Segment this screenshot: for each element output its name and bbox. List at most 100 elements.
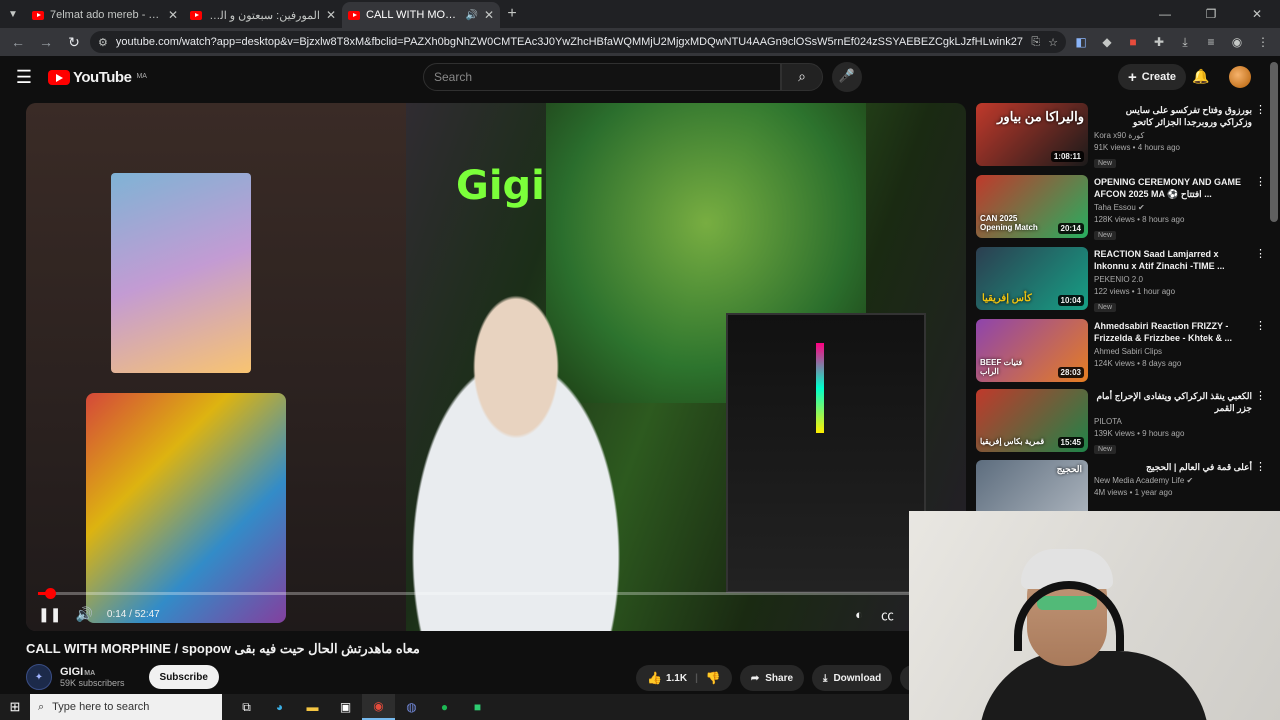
more-options-icon[interactable]: ⋮ xyxy=(1255,103,1266,116)
channel-avatar[interactable]: ✦ xyxy=(26,664,52,690)
browser-tab-1[interactable]: 7elmat ado mereb - YouTube ✕ xyxy=(26,2,184,28)
video-thumbnail[interactable]: كأس إفريقيا 10:04 xyxy=(976,247,1088,310)
captions-icon[interactable]: ㏄ xyxy=(881,605,894,624)
recommendation-title[interactable]: OPENING CEREMONY AND GAME AFCON 2025 MA … xyxy=(1094,176,1266,200)
recommendation-channel[interactable]: PILOTA xyxy=(1094,417,1266,426)
new-tab-button[interactable]: + xyxy=(500,5,524,23)
downloads-icon[interactable]: ⤓ xyxy=(1174,35,1196,50)
profile-icon[interactable]: ◉ xyxy=(1226,35,1248,49)
browser-menu-icon[interactable]: ⋮ xyxy=(1252,35,1274,49)
browser-tab-bar: ▼ 7elmat ado mereb - YouTube ✕ المورفين:… xyxy=(0,0,1280,28)
translate-extension-icon[interactable]: ◧ xyxy=(1070,35,1092,49)
browser-tab-3[interactable]: CALL WITH MORPHINE / sp 🔊 ✕ xyxy=(342,2,500,28)
chrome-icon[interactable]: ◉ xyxy=(362,694,395,720)
reload-icon[interactable]: ↻ xyxy=(62,34,86,51)
minimize-icon[interactable]: — xyxy=(1142,7,1188,21)
video-thumbnail[interactable]: BEEF فتيات الراب 28:03 xyxy=(976,319,1088,382)
url-text[interactable]: youtube.com/watch?app=desktop&v=Bjzxlw8T… xyxy=(116,36,1023,48)
recommendation-card[interactable]: CAN 2025 Opening Match 20:14 OPENING CER… xyxy=(976,175,1266,241)
extension-icon[interactable]: ◆ xyxy=(1096,35,1118,49)
notifications-bell-icon[interactable]: 🔔 xyxy=(1192,68,1209,85)
youtube-logo[interactable]: YouTube MA xyxy=(48,69,147,86)
new-badge: New xyxy=(1094,159,1117,168)
video-frame-rgb-strip xyxy=(816,343,824,433)
recommendation-title[interactable]: بورزوق وفتاح تفركسو على سايس وزكراكي ورو… xyxy=(1094,104,1266,128)
video-thumbnail[interactable]: واليراكا من بياور 1:08:11 xyxy=(976,103,1088,166)
share-button[interactable]: ➦ Share xyxy=(739,665,805,691)
close-tab-icon[interactable]: ✕ xyxy=(168,8,178,22)
recommendation-card[interactable]: كأس إفريقيا 10:04 REACTION Saad Lamjarre… xyxy=(976,247,1266,313)
task-view-icon[interactable]: ⧉ xyxy=(230,694,263,720)
more-options-icon[interactable]: ⋮ xyxy=(1255,389,1266,402)
tab-search-button[interactable]: ▼ xyxy=(0,0,26,28)
download-button[interactable]: ⤓ Download xyxy=(812,665,893,691)
hamburger-menu-icon[interactable]: ☰ xyxy=(0,67,48,88)
restore-icon[interactable]: ❐ xyxy=(1188,7,1234,21)
recommendation-channel[interactable]: PEKENIO 2.0 xyxy=(1094,275,1266,284)
tab-title: 7elmat ado mereb - YouTube xyxy=(50,9,162,21)
subscribe-button[interactable]: Subscribe xyxy=(148,665,219,689)
recommendation-stats: 124K views • 8 days ago xyxy=(1094,359,1182,368)
spotify-icon[interactable]: ● xyxy=(428,694,461,720)
share-label: Share xyxy=(765,672,794,684)
app-icon[interactable]: ■ xyxy=(461,694,494,720)
video-player[interactable]: Gigi ❚❚ 🔊 0:14 / 52:47 ◐ ㏄ ⚙ ▭ xyxy=(26,103,966,631)
forward-icon[interactable]: → xyxy=(34,34,58,50)
recommendation-title[interactable]: REACTION Saad Lamjarred x Inkonnu x Atif… xyxy=(1094,248,1266,272)
channel-name[interactable]: GIGIMA xyxy=(60,666,125,678)
browser-toolbar: ← → ↻ ⚙ youtube.com/watch?app=desktop&v=… xyxy=(0,28,1280,56)
bookmark-star-icon[interactable]: ☆ xyxy=(1048,36,1058,49)
back-icon[interactable]: ← xyxy=(6,34,30,50)
more-options-icon[interactable]: ⋮ xyxy=(1255,175,1266,188)
more-options-icon[interactable]: ⋮ xyxy=(1255,247,1266,260)
recommendation-channel[interactable]: Taha Essou ✔ xyxy=(1094,203,1266,212)
extensions-puzzle-icon[interactable]: ✚ xyxy=(1148,35,1170,49)
windows-start-icon[interactable]: ⊞ xyxy=(0,699,30,715)
like-button[interactable]: 👍 1.1K | 👎 xyxy=(636,665,732,691)
duration-badge: 1:08:11 xyxy=(1050,151,1084,162)
store-icon[interactable]: ▣ xyxy=(329,694,362,720)
search-input[interactable]: Search xyxy=(423,63,781,91)
autoplay-toggle-icon[interactable]: ◐ xyxy=(855,607,863,622)
page-scrollbar[interactable] xyxy=(1270,62,1278,222)
recommendation-title[interactable]: Ahmedsabiri Reaction FRIZZY - Frizzelda … xyxy=(1094,320,1266,344)
recommendation-title[interactable]: الكعبي ينقذ الركراكي ويتفادى الإحراج أما… xyxy=(1094,390,1266,414)
progress-bar[interactable] xyxy=(38,588,954,599)
search-icon[interactable]: ⌕ xyxy=(781,63,823,91)
verified-icon: ✔ xyxy=(1186,476,1194,485)
edge-browser-icon[interactable]: ◕ xyxy=(263,694,296,720)
address-bar[interactable]: ⚙ youtube.com/watch?app=desktop&v=Bjzxlw… xyxy=(90,31,1066,53)
pause-icon[interactable]: ❚❚ xyxy=(38,606,61,623)
recommendation-channel[interactable]: Ahmed Sabiri Clips xyxy=(1094,347,1266,356)
adblock-extension-icon[interactable]: ■ xyxy=(1122,35,1144,49)
file-explorer-icon[interactable]: ▬ xyxy=(296,694,329,720)
discord-icon[interactable]: ◍ xyxy=(395,694,428,720)
recommendation-channel[interactable]: New Media Academy Life ✔ xyxy=(1094,476,1266,485)
taskbar-search-input[interactable]: ⌕ Type here to search xyxy=(30,694,222,720)
close-tab-icon[interactable]: ✕ xyxy=(484,8,494,22)
site-info-icon[interactable]: ⚙ xyxy=(98,36,108,49)
thumbs-down-icon[interactable]: 👎 xyxy=(706,671,721,685)
create-button[interactable]: + Create xyxy=(1118,64,1187,90)
recommendation-card[interactable]: قمرية بكاس إفريقيا 15:45 الكعبي ينقذ الر… xyxy=(976,389,1266,455)
thumbnail-text: CAN 2025 Opening Match xyxy=(980,214,1038,232)
video-thumbnail[interactable]: قمرية بكاس إفريقيا 15:45 xyxy=(976,389,1088,452)
recommendation-card[interactable]: BEEF فتيات الراب 28:03 Ahmedsabiri React… xyxy=(976,319,1266,385)
browser-tab-2[interactable]: المورفين: سبعتون و القردة بحال ^ ✕ xyxy=(184,2,342,28)
more-options-icon[interactable]: ⋮ xyxy=(1255,460,1266,473)
recommendation-channel[interactable]: Kora x90 كورة xyxy=(1094,131,1266,140)
close-tab-icon[interactable]: ✕ xyxy=(326,8,336,22)
close-window-icon[interactable]: ✕ xyxy=(1234,7,1280,21)
microphone-icon[interactable]: 🎤 xyxy=(832,62,862,92)
recommendation-title[interactable]: أعلى قمة في العالم | الحجيج xyxy=(1094,461,1266,473)
volume-icon[interactable]: 🔊 xyxy=(75,606,92,623)
recommendation-card[interactable]: واليراكا من بياور 1:08:11 بورزوق وفتاح ت… xyxy=(976,103,1266,169)
install-icon[interactable]: ⎘ xyxy=(1031,36,1040,49)
scrubber-knob[interactable] xyxy=(45,588,56,599)
speaker-icon[interactable]: 🔊 xyxy=(465,10,477,21)
verified-icon: ✔ xyxy=(1138,203,1145,212)
account-avatar[interactable] xyxy=(1229,66,1251,88)
video-thumbnail[interactable]: CAN 2025 Opening Match 20:14 xyxy=(976,175,1088,238)
media-controls-icon[interactable]: ≡ xyxy=(1200,35,1222,49)
more-options-icon[interactable]: ⋮ xyxy=(1255,319,1266,332)
